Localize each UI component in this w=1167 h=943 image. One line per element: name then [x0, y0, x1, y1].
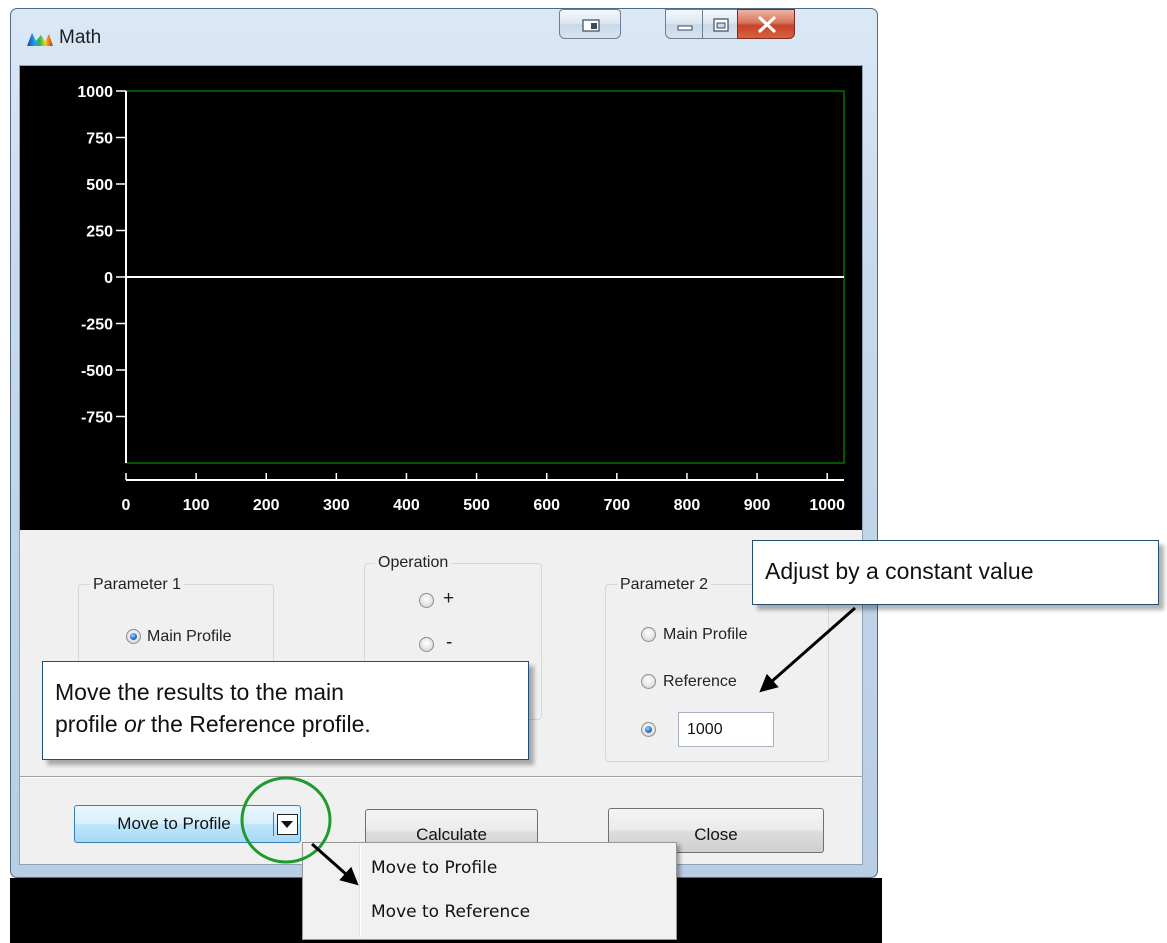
- param2-constant-radio[interactable]: [641, 722, 656, 737]
- move-results-line2-pre: profile: [55, 711, 125, 737]
- close-window-button[interactable]: [737, 9, 795, 39]
- move-dropdown-menu: Move to Profile Move to Reference: [302, 842, 677, 940]
- menu-item-move-to-profile[interactable]: Move to Profile: [371, 858, 497, 878]
- title-bar[interactable]: Math: [11, 9, 877, 61]
- dropdown-arrow-icon[interactable]: [277, 814, 298, 835]
- move-results-callout: Move the results to the main profile or …: [42, 661, 529, 760]
- y-tick-label: -500: [81, 363, 113, 380]
- constant-value-input[interactable]: 1000: [678, 712, 774, 747]
- parameter1-title: Parameter 1: [90, 576, 185, 594]
- spectrum-app-icon: [27, 33, 53, 46]
- move-results-line2-em: or: [124, 711, 145, 737]
- x-tick-label: 500: [463, 497, 490, 514]
- param2-reference-label[interactable]: Reference: [663, 673, 737, 691]
- y-tick-label: 250: [86, 224, 113, 241]
- move-results-line1: Move the results to the main: [55, 679, 344, 705]
- move-results-line2-post: the Reference profile.: [144, 711, 371, 737]
- adjust-callout: Adjust by a constant value: [752, 540, 1159, 605]
- param1-main-profile-label[interactable]: Main Profile: [147, 628, 231, 646]
- param1-main-profile-radio[interactable]: [126, 629, 141, 644]
- operation-plus-label[interactable]: +: [443, 588, 454, 610]
- maximize-icon: [713, 18, 729, 32]
- snap-button[interactable]: [559, 9, 621, 39]
- operation-minus-radio[interactable]: [419, 637, 434, 652]
- y-tick-label: 750: [86, 131, 113, 148]
- param2-main-profile-label[interactable]: Main Profile: [663, 626, 747, 644]
- x-tick-label: 100: [183, 497, 210, 514]
- x-tick-label: 900: [744, 497, 771, 514]
- profile-plot: 1000 750 500 250 0 -250 -500 -750 0 100 200 300 400 5…: [20, 66, 862, 530]
- y-tick-label: 1000: [77, 84, 113, 101]
- separator-highlight: [20, 777, 862, 778]
- profile-chart: 1000 750 500 250 0 -250 -500 -750 0 100 200 300 400 5…: [77, 84, 845, 514]
- operation-title: Operation: [375, 554, 452, 572]
- y-tick-label: 0: [104, 270, 113, 287]
- x-tick-label: 200: [253, 497, 280, 514]
- operation-minus-label[interactable]: -: [446, 632, 452, 654]
- operation-plus-radio[interactable]: [419, 593, 434, 608]
- param2-main-profile-radio[interactable]: [641, 627, 656, 642]
- x-tick-label: 800: [674, 497, 701, 514]
- menu-item-move-to-reference[interactable]: Move to Reference: [371, 902, 530, 922]
- close-icon: [758, 16, 776, 33]
- split-divider: [273, 812, 274, 836]
- x-tick-label: 700: [603, 497, 630, 514]
- x-tick-label: 600: [533, 497, 560, 514]
- move-to-profile-label[interactable]: Move to Profile: [75, 806, 273, 842]
- y-tick-label: -750: [81, 410, 113, 427]
- y-tick-label: -250: [81, 317, 113, 334]
- x-tick-label: 0: [122, 497, 131, 514]
- adjust-callout-text: Adjust by a constant value: [765, 558, 1034, 584]
- maximize-button[interactable]: [702, 9, 738, 39]
- x-tick-label: 300: [323, 497, 350, 514]
- x-tick-label: 400: [393, 497, 420, 514]
- menu-gutter: [359, 845, 361, 937]
- y-tick-label: 500: [86, 177, 113, 194]
- snap-icon: [582, 19, 600, 32]
- move-results-line2: profile or the Reference profile.: [55, 708, 528, 740]
- minimize-button[interactable]: [665, 9, 703, 39]
- x-tick-label: 1000: [809, 497, 845, 514]
- parameter2-title: Parameter 2: [617, 576, 712, 594]
- minimize-icon: [677, 25, 693, 31]
- param2-reference-radio[interactable]: [641, 674, 656, 689]
- move-to-profile-split-button[interactable]: Move to Profile: [74, 805, 301, 843]
- window-title: Math: [59, 27, 102, 48]
